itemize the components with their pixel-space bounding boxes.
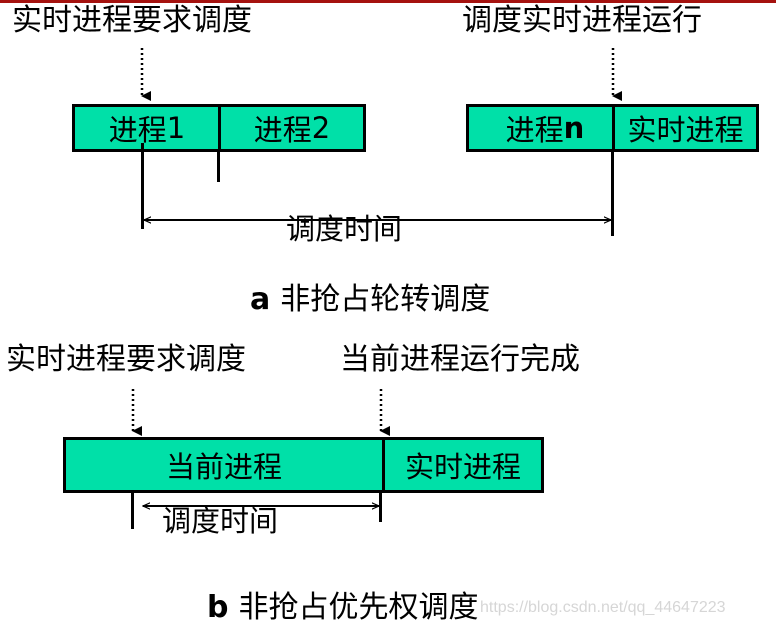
a-caption: a 非抢占轮转调度 xyxy=(250,283,490,317)
b-complete-marker-line xyxy=(379,492,382,522)
a-caption-text: 非抢占轮转调度 xyxy=(280,282,491,317)
a-process-2: 进程 2 xyxy=(221,107,363,149)
a-process-n: 进程 n xyxy=(469,107,613,149)
a-process-1-index: 1 xyxy=(166,111,186,145)
a-realtime-process: 实时进程 xyxy=(615,107,756,149)
b-realtime-process-label: 实时进程 xyxy=(404,450,521,484)
b-current-process-label: 当前进程 xyxy=(165,450,282,484)
b-event-current-complete: 当前进程运行完成 xyxy=(340,342,580,377)
a-process-2-index: 2 xyxy=(311,111,331,145)
a-process-queue-right: 进程 n 实时进程 xyxy=(466,104,759,152)
a-realtime-start-line xyxy=(611,151,614,236)
b-caption-text: 非抢占优先权调度 xyxy=(238,590,479,625)
a-realtime-process-label: 实时进程 xyxy=(627,113,744,147)
b-request-marker-line xyxy=(131,492,134,529)
watermark: https://blog.csdn.net/qq_44647223 xyxy=(480,599,726,616)
b-process-queue: 当前进程 实时进程 xyxy=(63,437,544,493)
b-caption: b 非抢占优先权调度 xyxy=(207,591,478,625)
a-caption-tag: a xyxy=(250,282,271,317)
b-event-realtime-request: 实时进程要求调度 xyxy=(6,342,246,377)
a-process-1-label: 进程 xyxy=(108,113,167,147)
b-realtime-process: 实时进程 xyxy=(385,440,541,490)
b-scheduling-time-label: 调度时间 xyxy=(162,504,279,538)
a-process-queue-left: 进程 1 进程 2 xyxy=(72,104,366,152)
a-event-realtime-request: 实时进程要求调度 xyxy=(12,3,252,38)
a-scheduling-time-label: 调度时间 xyxy=(286,212,403,246)
a-request-marker-line xyxy=(141,143,144,229)
a-event-realtime-run: 调度实时进程运行 xyxy=(462,3,702,38)
a-process-boundary-line xyxy=(217,151,220,182)
b-current-process: 当前进程 xyxy=(66,440,382,490)
a-process-2-label: 进程 xyxy=(253,113,312,147)
a-process-1: 进程 1 xyxy=(75,107,219,149)
b-caption-tag: b xyxy=(207,590,229,625)
a-process-n-index: n xyxy=(563,111,585,145)
a-process-n-label: 进程 xyxy=(505,113,564,147)
